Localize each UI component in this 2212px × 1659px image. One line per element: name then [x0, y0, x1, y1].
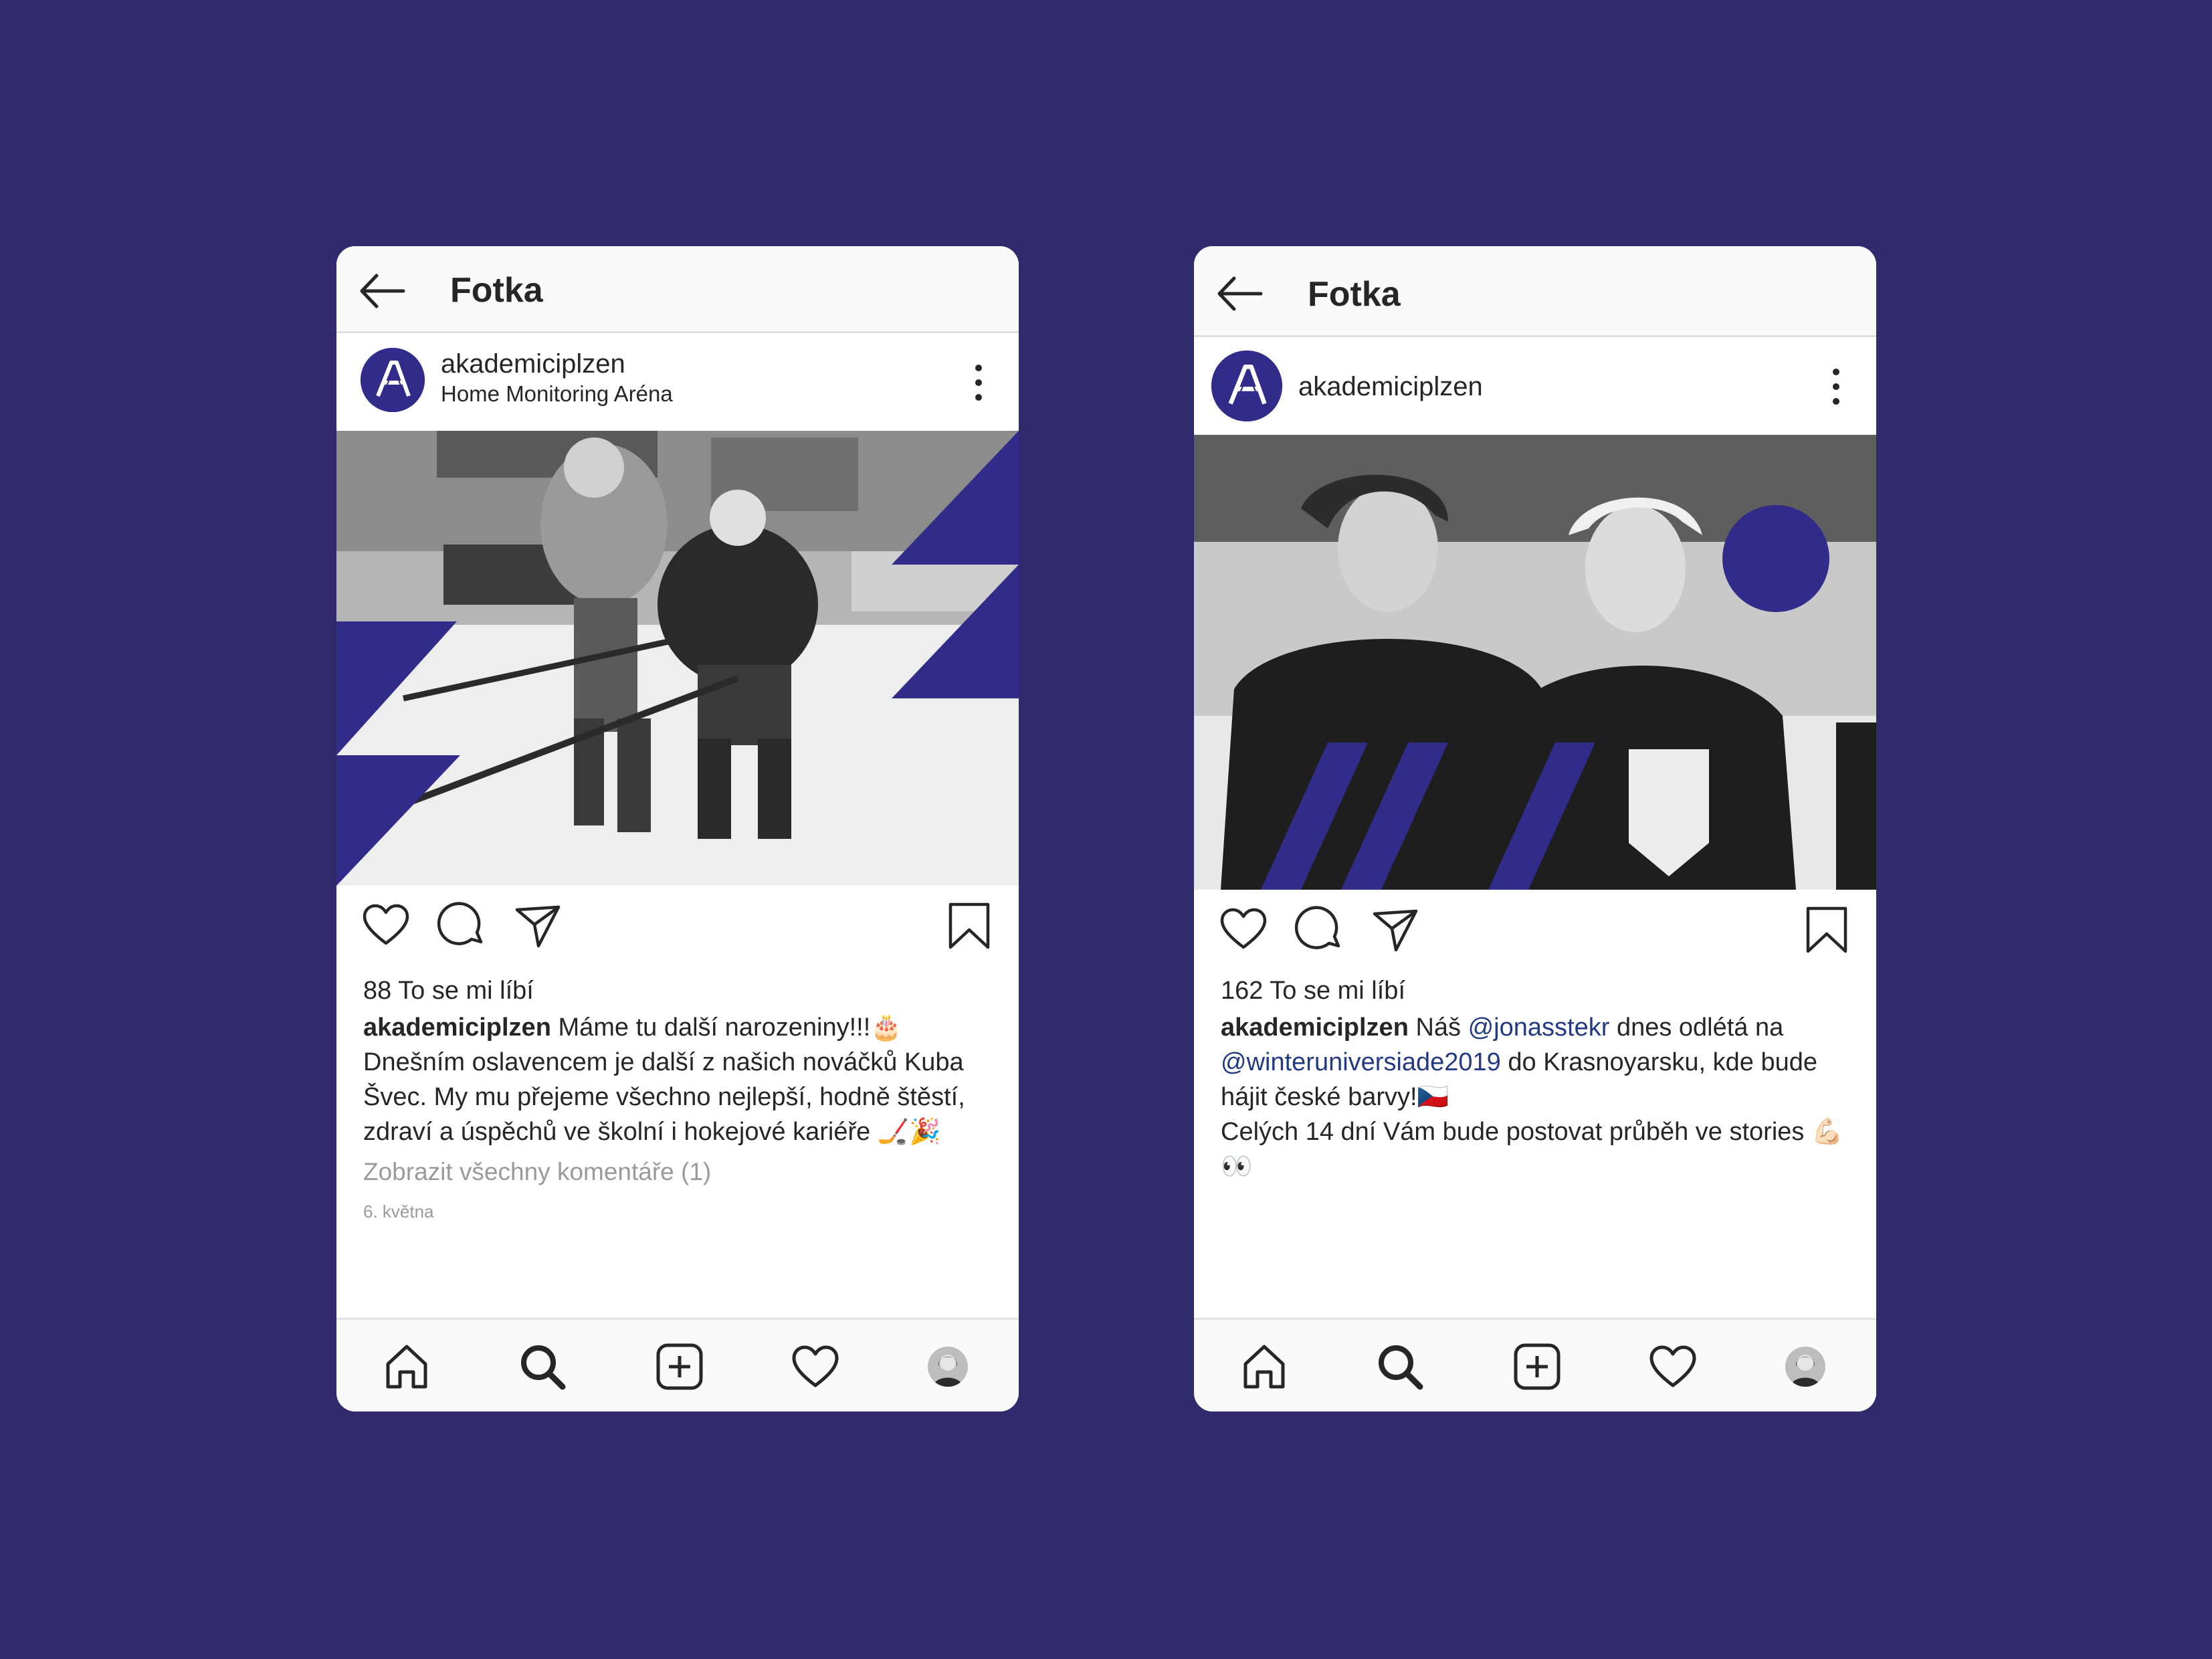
arrow-left-icon[interactable]: [1214, 270, 1265, 317]
arrow-left-icon[interactable]: [357, 268, 407, 314]
bookmark-icon[interactable]: [1801, 904, 1852, 955]
post-caption: akademiciplzen Máme tu další narozeniny!…: [363, 1010, 992, 1149]
home-icon[interactable]: [380, 1340, 433, 1393]
akademici-logo-avatar[interactable]: [1211, 351, 1282, 421]
profile-avatar[interactable]: [1785, 1347, 1825, 1387]
heart-icon[interactable]: [1218, 904, 1269, 955]
share-icon[interactable]: [512, 900, 563, 951]
post-header: akademiciplzen: [1194, 337, 1876, 431]
home-icon[interactable]: [1237, 1340, 1291, 1393]
akademici-logo-avatar[interactable]: [361, 348, 425, 412]
comment-icon[interactable]: [1294, 904, 1345, 955]
caption-username[interactable]: akademiciplzen: [1221, 1013, 1409, 1042]
bottom-navigation: [336, 1318, 1019, 1411]
more-options-icon[interactable]: [1828, 367, 1844, 407]
search-icon[interactable]: [516, 1340, 569, 1393]
post-username[interactable]: akademiciplzen: [1298, 371, 1483, 403]
post-username[interactable]: akademiciplzen: [441, 348, 625, 380]
post-location[interactable]: Home Monitoring Aréna: [441, 380, 673, 408]
share-icon[interactable]: [1369, 904, 1420, 955]
post-date: 6. května: [363, 1201, 434, 1222]
mention-link-1[interactable]: @jonasstekr: [1468, 1013, 1610, 1042]
more-options-icon[interactable]: [971, 363, 987, 403]
post-photo[interactable]: [336, 431, 1019, 886]
phone-screen-2: Fotka akademiciplzen 162 To se mi líbí a…: [1194, 246, 1876, 1411]
likes-count[interactable]: 88 To se mi líbí: [363, 974, 534, 1007]
post-photo[interactable]: [1194, 435, 1876, 890]
activity-heart-icon[interactable]: [789, 1340, 842, 1393]
caption-username[interactable]: akademiciplzen: [363, 1013, 551, 1042]
page-title: Fotka: [1308, 275, 1401, 314]
add-post-icon[interactable]: [653, 1340, 706, 1393]
view-comments-link[interactable]: Zobrazit všechny komentáře (1): [363, 1156, 711, 1188]
caption-line-2: Celých 14 dní Vám bude postovat průběh v…: [1221, 1118, 1843, 1181]
activity-heart-icon[interactable]: [1646, 1340, 1700, 1393]
comment-icon[interactable]: [437, 900, 488, 951]
bottom-navigation: [1194, 1318, 1876, 1411]
bookmark-icon[interactable]: [944, 900, 995, 951]
heart-icon[interactable]: [361, 900, 411, 951]
top-bar: Fotka: [336, 246, 1019, 333]
post-actions: [1194, 904, 1876, 965]
search-icon[interactable]: [1373, 1340, 1427, 1393]
post-header: akademiciplzen Home Monitoring Aréna: [336, 333, 1019, 427]
page-title: Fotka: [450, 271, 543, 310]
phone-screen-1: Fotka akademiciplzen Home Monitoring Aré…: [336, 246, 1019, 1411]
profile-avatar[interactable]: [928, 1347, 968, 1387]
add-post-icon[interactable]: [1510, 1340, 1564, 1393]
likes-count[interactable]: 162 To se mi líbí: [1221, 974, 1405, 1007]
top-bar: Fotka: [1194, 246, 1876, 337]
post-actions: [336, 900, 1019, 961]
caption-text-mid-1: dnes odlétá na: [1616, 1013, 1784, 1042]
post-caption: akademiciplzen Náš @jonasstekr dnes odlé…: [1221, 1010, 1849, 1184]
caption-text-pre: Náš: [1415, 1013, 1462, 1042]
mention-link-2[interactable]: @winteruniversiade2019: [1221, 1048, 1501, 1076]
